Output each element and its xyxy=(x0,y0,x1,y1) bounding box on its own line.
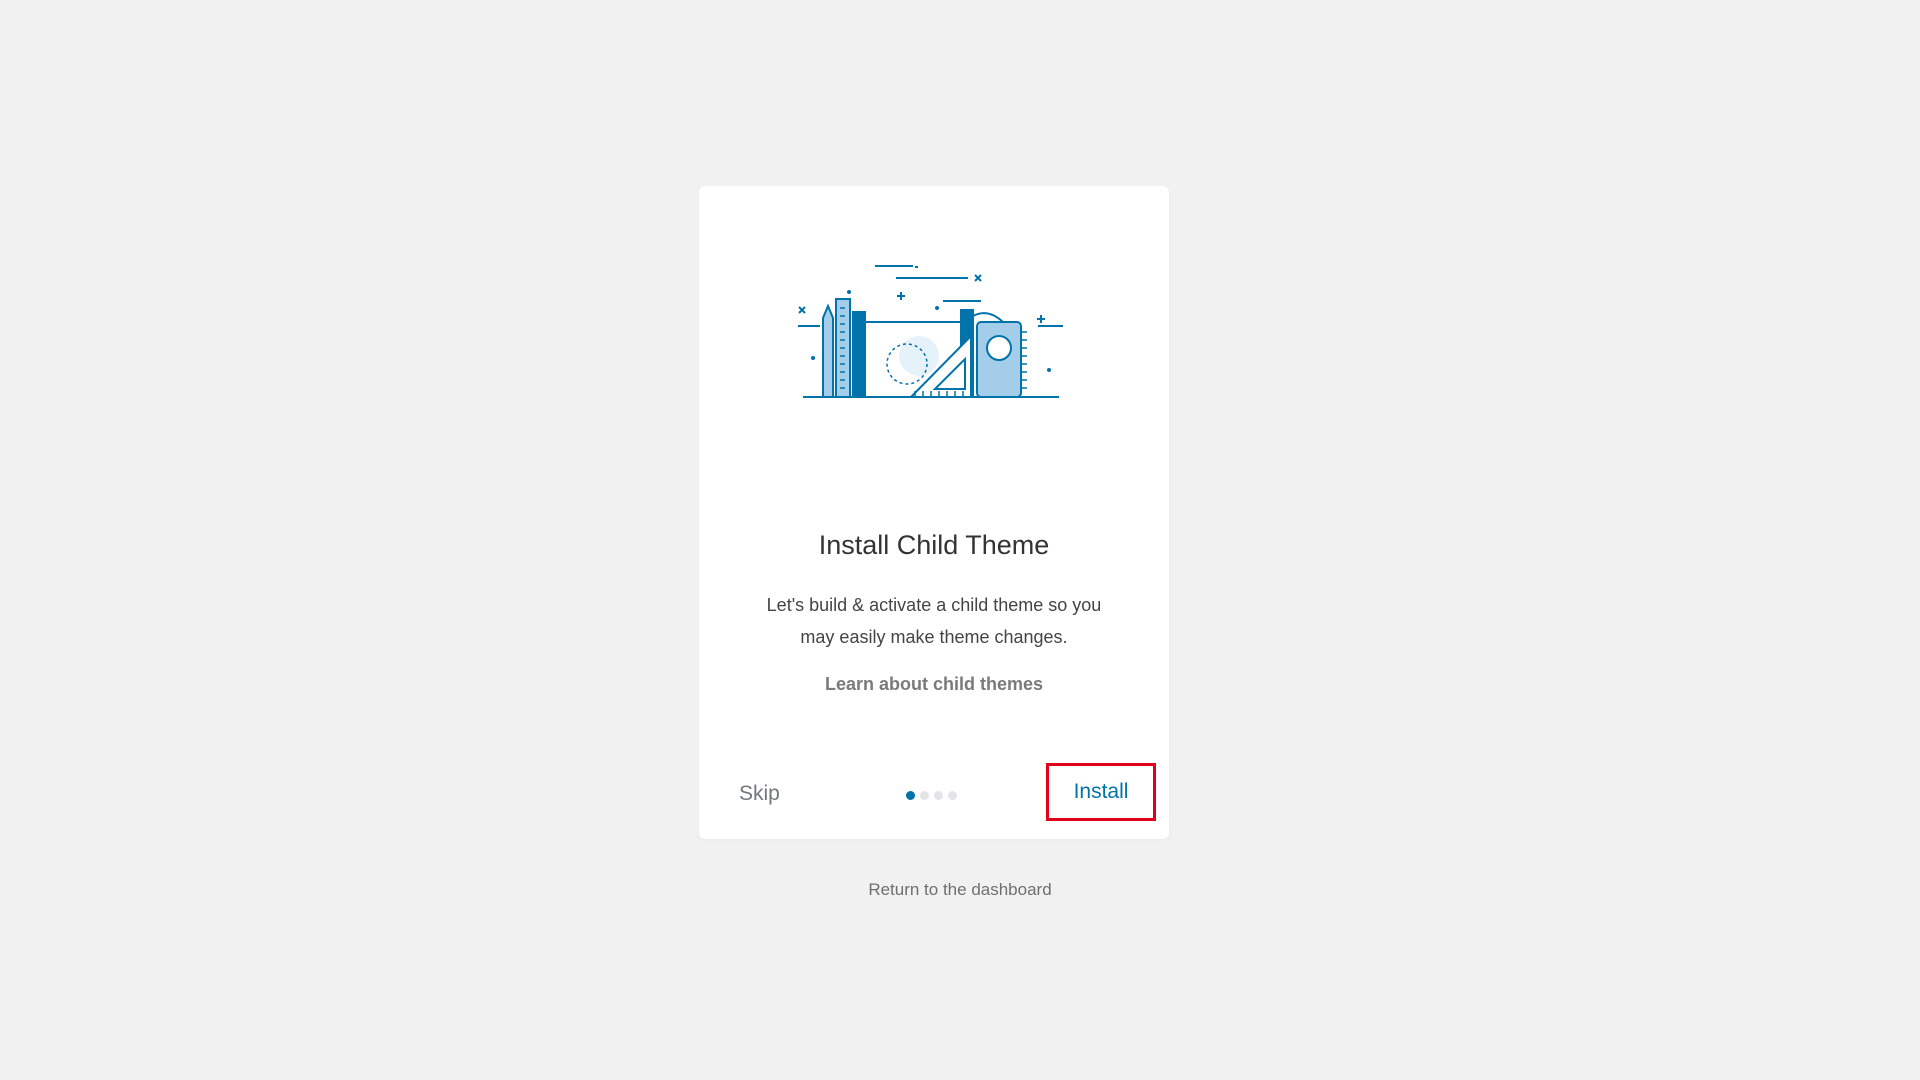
step-dot xyxy=(948,791,957,800)
step-title: Install Child Theme xyxy=(818,530,1050,560)
step-description: Let's build & activate a child theme so … xyxy=(766,595,1102,647)
step-dot xyxy=(920,791,929,800)
setup-wizard-card: Install Child Theme Let's build & activa… xyxy=(699,186,1169,839)
learn-child-themes-link[interactable]: Learn about child themes xyxy=(699,674,1169,695)
install-button[interactable]: Install xyxy=(1046,763,1156,821)
return-to-dashboard-link[interactable]: Return to the dashboard xyxy=(0,880,1920,900)
step-dot-active xyxy=(906,791,915,800)
stationery-illustration xyxy=(798,265,1063,398)
step-progress-indicator xyxy=(906,791,957,800)
skip-button[interactable]: Skip xyxy=(739,782,780,806)
step-dot xyxy=(934,791,943,800)
